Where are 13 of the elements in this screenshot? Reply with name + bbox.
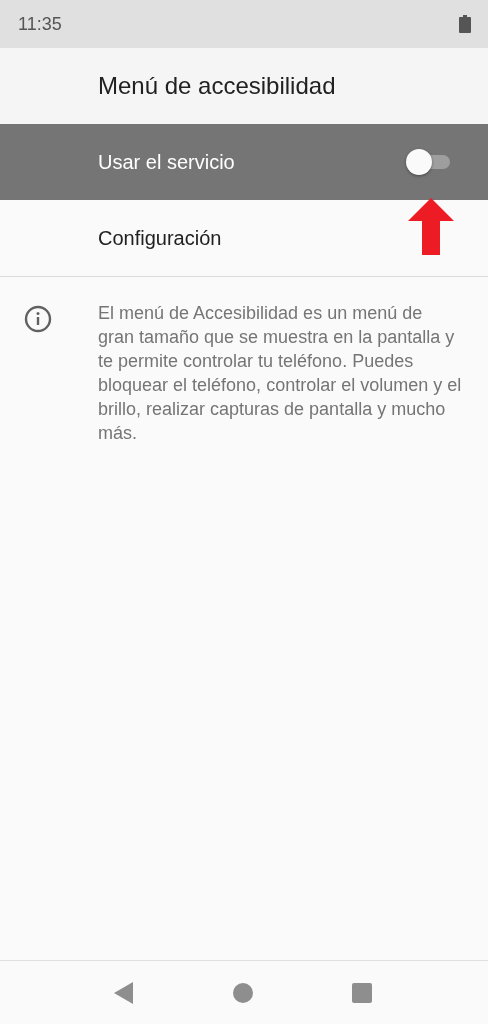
status-time: 11:35 xyxy=(18,13,62,35)
battery-icon xyxy=(459,15,471,33)
recents-icon[interactable] xyxy=(352,982,372,1003)
info-icon xyxy=(24,305,52,333)
screen-title: Menú de accesibilidad xyxy=(98,72,336,100)
back-icon[interactable] xyxy=(114,981,134,1004)
pointer-arrow xyxy=(407,198,455,256)
item-label: Usar el servicio xyxy=(98,150,236,174)
item-label: Configuración xyxy=(98,226,223,250)
home-icon[interactable] xyxy=(233,982,253,1003)
toggle-switch[interactable] xyxy=(406,149,452,175)
info-text: El menú de Accesibilidad es un menú de gran tamaño que se muestra en la pantalla y te permite controlar tu teléfono. Puedes bloquear el teléfono, controlar el volumen y el brillo, realizar capturas de pantalla y mucho más. xyxy=(98,302,462,445)
settings-item[interactable]: Usar el servicio xyxy=(0,124,488,200)
